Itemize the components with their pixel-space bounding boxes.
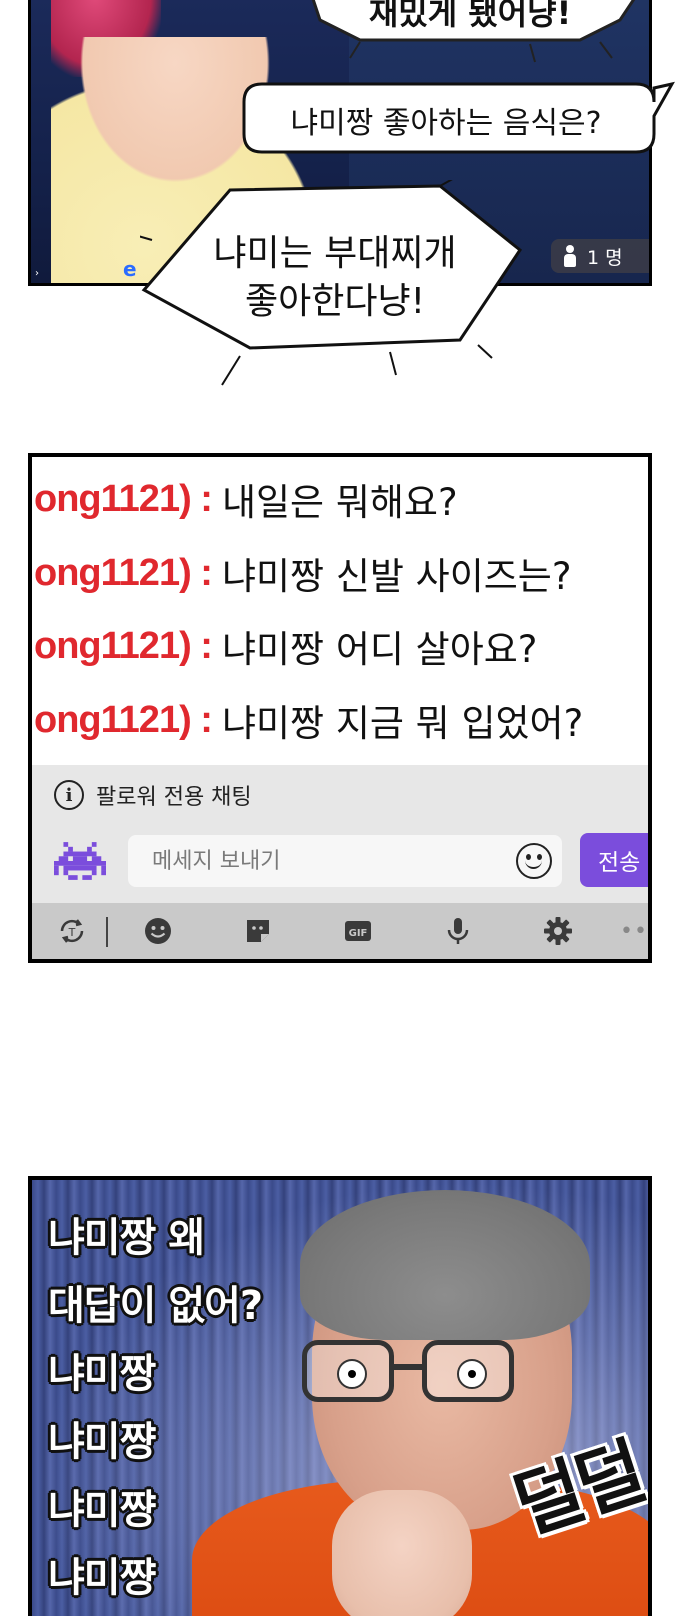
toolbar-divider xyxy=(106,917,108,947)
answer-bubble-text: 냐미는 부대찌개 좋아한다냥! xyxy=(170,230,500,326)
follower-only-notice: i 팔로워 전용 채팅 xyxy=(54,779,252,811)
panel3-line: 냐미짱 왜 xyxy=(48,1215,205,1261)
panel3-line: 냐미쨩 xyxy=(48,1555,156,1601)
man-glasses xyxy=(302,1340,542,1410)
top-bubble-text: 재밌게 됐어냥! xyxy=(368,0,572,32)
reaction-panel: 냐미짱 왜 대답이 없어? 냐미짱 냐미쨩 냐미쨩 냐미쨩 덜덜 xyxy=(28,1176,652,1616)
chat-message-text: 내일은 뭐해요? xyxy=(221,481,458,524)
man-hand xyxy=(332,1490,472,1616)
panel3-line: 냐미쨩 xyxy=(48,1487,156,1533)
chat-footer: i 팔로워 전용 채팅 전송 T xyxy=(32,765,648,959)
repeated-calls-text: 냐미짱 왜 대답이 없어? 냐미짱 냐미쨩 냐미쨩 냐미쨩 xyxy=(48,1204,263,1612)
viewer-count: 1 명 xyxy=(587,246,623,269)
corner-logo: e xyxy=(123,257,137,281)
chat-message-row: ong1121) : 냐미짱 신발 사이즈는? xyxy=(32,543,571,603)
send-button[interactable]: 전송 xyxy=(580,833,648,887)
chat-message-text: 냐미짱 어디 살아요? xyxy=(221,628,538,671)
svg-text:T: T xyxy=(68,926,76,939)
panel3-line: 냐미짱 xyxy=(48,1351,156,1397)
panel3-line: 대답이 없어? xyxy=(48,1283,263,1329)
chat-input-row: 전송 xyxy=(32,831,648,893)
chat-message-text: 냐미짱 신발 사이즈는? xyxy=(221,555,572,598)
microphone-icon[interactable] xyxy=(440,913,476,949)
viewer-count-badge: 1 명 xyxy=(551,239,649,273)
gif-label: GIF xyxy=(349,928,368,939)
emoji-picker-icon[interactable] xyxy=(516,843,552,879)
chat-panel: ong1121) : 내일은 뭐해요? ong1121) : 냐미짱 신발 사이… xyxy=(28,453,652,963)
space-invader-avatar-icon[interactable] xyxy=(54,835,106,887)
man-gray-hair xyxy=(300,1190,590,1340)
chat-username[interactable]: ong1121) : xyxy=(34,625,213,668)
chat-username[interactable]: ong1121) : xyxy=(34,552,213,595)
person-icon xyxy=(563,245,577,267)
answer-line-2: 좋아한다냥! xyxy=(244,281,426,322)
corner-glyph: › xyxy=(35,268,39,279)
panel3-line: 냐미쨩 xyxy=(48,1419,156,1465)
info-icon[interactable]: i xyxy=(54,780,84,810)
chat-message-row: ong1121) : 냐미짱 어디 살아요? xyxy=(32,616,537,676)
sticker-icon[interactable] xyxy=(240,913,276,949)
answer-line-1: 냐미는 부대찌개 xyxy=(213,233,457,274)
chat-username[interactable]: ong1121) : xyxy=(34,478,213,521)
more-options-icon[interactable]: ••• xyxy=(620,919,648,944)
translate-icon[interactable]: T xyxy=(54,913,90,949)
settings-gear-icon[interactable] xyxy=(540,913,576,949)
chat-message-row: ong1121) : 내일은 뭐해요? xyxy=(32,469,458,529)
message-input[interactable] xyxy=(128,835,562,887)
gif-icon[interactable]: GIF xyxy=(340,913,376,949)
chat-message-text: 냐미짱 지금 뭐 입었어? xyxy=(221,702,584,745)
emoticon-icon[interactable] xyxy=(140,913,176,949)
chat-toolbar: T GIF ••• xyxy=(32,903,648,959)
chat-message-row: ong1121) : 냐미짱 지금 뭐 입었어? xyxy=(32,690,583,750)
question-bubble-text: 냐미짱 좋아하는 음식은? xyxy=(290,106,602,141)
notice-text: 팔로워 전용 채팅 xyxy=(96,785,252,810)
chat-username[interactable]: ong1121) : xyxy=(34,699,213,742)
